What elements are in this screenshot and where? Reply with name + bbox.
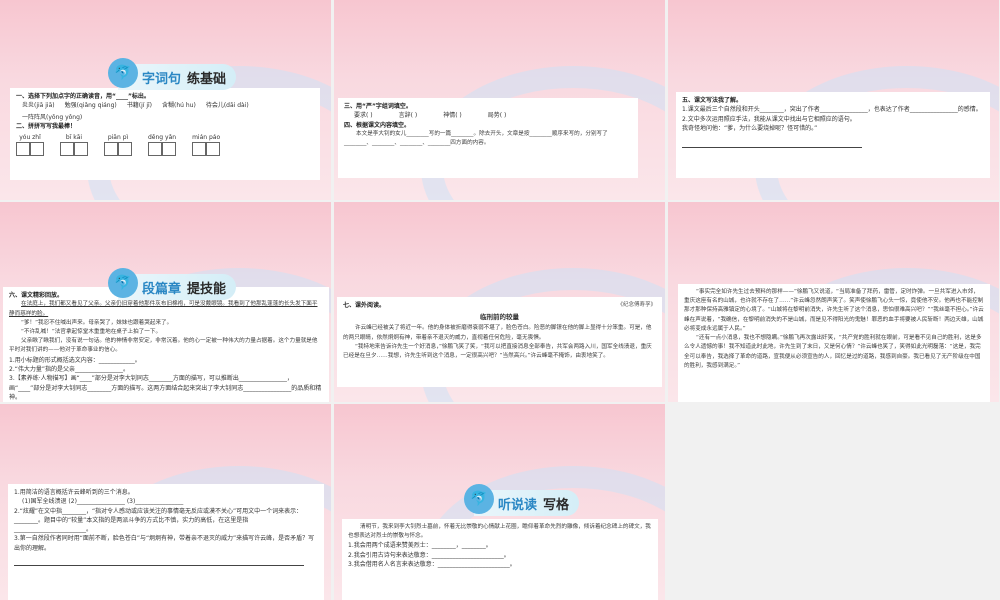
passage-card: “事实完全如许先生过去预料的那样——”徐鹏飞又说道，“当局准备了拜药，雷管，定时… bbox=[678, 284, 990, 402]
pinyin-grid-row: yóu zhǐ bī kāi piān pì dēng yǎn mián páo bbox=[16, 133, 314, 157]
badge-title-1: 段篇章 bbox=[142, 281, 182, 297]
writing-grid[interactable] bbox=[148, 142, 177, 157]
question-card: 1.用简洁的语言概括许云峰听到的三个消息。 (1)国军全线溃退 (2)_____… bbox=[8, 484, 324, 600]
passage-paragraph: “不许乱喊！”法官拿起惊堂木重重地在桌子上拍了一下。 bbox=[21, 328, 162, 335]
pinyin-label: dēng yǎn bbox=[148, 134, 177, 142]
choice-item[interactable]: 炎炎(jiā jiā) bbox=[22, 101, 55, 110]
badge-title-2: 写格 bbox=[543, 497, 570, 513]
pinyin-label: bī kāi bbox=[65, 134, 83, 142]
passage-paragraph: “爹！”我忍不住喊出声来。母亲哭了，妹妹也跟着哭起来了。 bbox=[21, 319, 173, 326]
sub-question[interactable]: 1.用小标题的形式概括选文内容：____________。 bbox=[9, 356, 323, 365]
answer-line[interactable] bbox=[14, 559, 304, 567]
pinyin-label: piān pì bbox=[107, 134, 129, 142]
question-card: 三、用“严”字组词填空。 要求( ) 言辞( ) 神情( ) 局势( ) 四、根… bbox=[338, 98, 638, 178]
choice-item[interactable]: 含糊(hú hu) bbox=[162, 101, 196, 110]
writing-grid[interactable] bbox=[192, 142, 221, 157]
sub-question[interactable]: 3.第一自然段作者同时用“面前不断，脸色苍白”与“炯炯有神，带着亲不退灭的威力”… bbox=[14, 534, 318, 553]
slide-1: 🐬 字词句 练基础 一、选择下列加点字的正确读音，用“____”标出。 炎炎(j… bbox=[0, 0, 331, 200]
sub-question[interactable]: 1.课文最后三个自然段和开头________，突出了作者____________… bbox=[682, 105, 984, 114]
question-card: 一、选择下列加点字的正确读音，用“____”标出。 炎炎(jiā jiā) 勉强… bbox=[10, 88, 320, 180]
intro-text: 清明节，我来到李大钊烈士墓前，怀着无比崇敬的心情献上花圈，瞻仰着革命先烈的雕像，… bbox=[348, 524, 651, 540]
question-card: 六、课文精彩回放。 在法庭上，我们都又看见了父亲。父亲仍旧穿着他那件灰布旧棉袍，… bbox=[3, 287, 329, 402]
choice-item[interactable]: 书籍(jí jī) bbox=[127, 101, 152, 110]
empty-cell bbox=[668, 404, 1000, 600]
passage-paragraph: 许云峰已经被关了将近一年。他的身体被折磨得衰弱不堪了，脸色苍白。险恶的脚镣在他的… bbox=[343, 325, 652, 341]
slide-6: “事实完全如许先生过去预料的那样——”徐鹏飞又说道，“当局准备了拜药，雷管，定时… bbox=[668, 202, 999, 402]
blank-item[interactable]: 神情( ) bbox=[443, 111, 462, 120]
writing-grid[interactable] bbox=[104, 142, 132, 157]
section-badge: 🐬 字词句 练基础 bbox=[108, 58, 237, 90]
sub-question[interactable]: (1)国军全线溃退 (2)________________ (3)_______… bbox=[14, 497, 318, 506]
badge-title-2: 提技能 bbox=[187, 281, 227, 297]
sub-question[interactable]: 2.我会引用古诗句来表达敬意：________________________。 bbox=[348, 551, 652, 560]
slide-2: 三、用“严”字组词填空。 要求( ) 言辞( ) 神情( ) 局势( ) 四、根… bbox=[334, 0, 665, 200]
passage-paragraph: 在法庭上，我们都又看见了父亲。父亲仍旧穿着他那件灰布旧棉袍，可是没戴眼镜。我看到… bbox=[9, 301, 318, 317]
slide-4: 🐬 段篇章 提技能 六、课文精彩回放。 在法庭上，我们都又看见了父亲。父亲仍旧穿… bbox=[0, 202, 331, 402]
dolphin-icon: 🐬 bbox=[108, 58, 138, 88]
passage-paragraph: 父亲瞅了瞅我们，没有说一句话。他的神情非常安定，非常沉着。他的心一定被一种伟大的… bbox=[9, 338, 318, 354]
question-card: 五、课文写法我了解。 1.课文最后三个自然段和开头________，突出了作者_… bbox=[676, 92, 990, 178]
badge-title-1: 听说读 bbox=[498, 497, 538, 513]
blank-item[interactable]: 要求( ) bbox=[354, 111, 373, 120]
answer-line[interactable] bbox=[682, 141, 862, 149]
dolphin-icon: 🐬 bbox=[108, 268, 138, 298]
question-5: 五、课文写法我了解。 bbox=[682, 97, 743, 104]
sub-question: 2.文中多次运用照应手法，我能从课文中找出与它相照应的语句。 bbox=[682, 115, 856, 123]
sub-question: 1.用简洁的语言概括许云峰听到的三个消息。 bbox=[14, 489, 134, 496]
question-card: 清明节，我来到李大钊烈士墓前，怀着无比崇敬的心情献上花圈，瞻仰着革命先烈的雕像，… bbox=[342, 519, 658, 600]
sub-question: 我奇怪地问他：“爹，为什么要烧掉呢？怪可惜的。” bbox=[682, 124, 818, 132]
writing-grid[interactable] bbox=[16, 142, 44, 157]
pinyin-label: mián páo bbox=[192, 134, 221, 142]
passage-paragraph: “我特地来告诉许先生一个好消息，”徐鹏飞笑了笑，“我可以把直接消息全部奉告，共军… bbox=[343, 343, 652, 360]
question-1: 一、选择下列加点字的正确读音，用“____”标出。 bbox=[16, 93, 150, 100]
sub-question[interactable]: 2.“炫耀”在文中指________，“指对令人感动或应该关注的事情毫无反应或漠… bbox=[14, 507, 318, 535]
dolphin-icon: 🐬 bbox=[464, 484, 494, 514]
section-badge: 🐬 段篇章 提技能 bbox=[108, 268, 237, 300]
choice-item[interactable]: 一阵阵风(yōng yǒng) bbox=[22, 113, 82, 122]
sub-question[interactable]: 2.“伟大力量”指的是父亲________________。 bbox=[9, 365, 323, 374]
question-card: 七、课外阅读。 《纪念傅寿孚》 临刑前的较量 许云峰已经被关了将近一年。他的身体被… bbox=[337, 297, 662, 387]
passage-paragraph: “还有一点小消息，我也不想隐瞒。”徐鹏飞再次露出奸笑，“共产党的胜利就在眼前，可… bbox=[684, 335, 982, 369]
fill-in-text[interactable]: 本文是李大钊的女儿________写的一篇________。除去开头，文章是按_… bbox=[344, 130, 632, 148]
question-3: 三、用“严”字组词填空。 bbox=[344, 103, 412, 110]
blank-item[interactable]: 言辞( ) bbox=[399, 111, 418, 120]
writing-grid[interactable] bbox=[60, 142, 88, 157]
passage-paragraph: “事实完全如许先生过去预料的那样——”徐鹏飞又说道，“当局准备了拜药，雷管，定时… bbox=[684, 289, 984, 332]
badge-title-2: 练基础 bbox=[187, 71, 227, 87]
pinyin-label: yóu zhǐ bbox=[19, 134, 41, 142]
source-note: 《纪念傅寿孚》 bbox=[617, 302, 656, 308]
slide-5: 七、课外阅读。 《纪念傅寿孚》 临刑前的较量 许云峰已经被关了将近一年。他的身体被… bbox=[334, 202, 665, 402]
section-badge: 🐬 听说读 写格 bbox=[464, 484, 580, 516]
choice-item[interactable]: 待会儿(dāi dài) bbox=[206, 101, 249, 110]
question-2: 二、拼拼写写我最棒！ bbox=[16, 122, 77, 130]
choice-item[interactable]: 勉强(qiǎng qiáng) bbox=[65, 101, 117, 110]
slide-8: 🐬 听说读 写格 清明节，我来到李大钊烈士墓前，怀着无比崇敬的心情献上花圈，瞻仰… bbox=[334, 404, 665, 600]
slide-7: 1.用简洁的语言概括许云峰听到的三个消息。 (1)国军全线溃退 (2)_____… bbox=[0, 404, 331, 600]
sub-question[interactable]: 3.我会借用名人名言来表达敬意：________________________… bbox=[348, 560, 652, 569]
passage-title: 临刑前的较量 bbox=[480, 313, 519, 322]
sub-question[interactable]: 3.【素养练·人物描写】画“____”部分是对李大钊同志________方面的描… bbox=[9, 374, 323, 402]
blank-item[interactable]: 局势( ) bbox=[488, 111, 507, 120]
question-4: 四、根据课文内容填空。 bbox=[344, 121, 411, 129]
question-7: 七、课外阅读。 bbox=[343, 302, 386, 309]
sub-question[interactable]: 1.我会用两个成语来赞美烈士：________，________。 bbox=[348, 541, 652, 550]
slide-3: 五、课文写法我了解。 1.课文最后三个自然段和开头________，突出了作者_… bbox=[668, 0, 999, 200]
badge-title-1: 字词句 bbox=[142, 71, 182, 87]
